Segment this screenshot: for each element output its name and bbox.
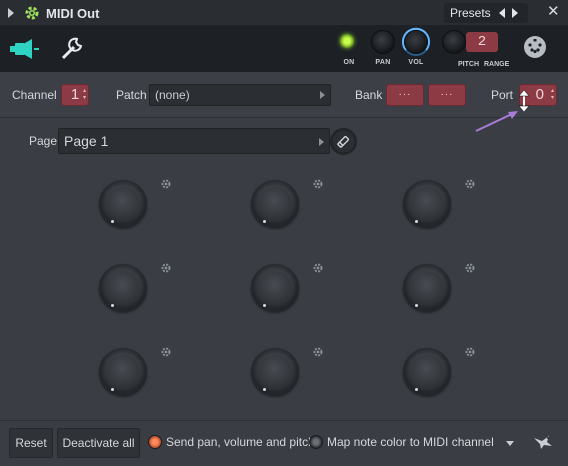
knob-2-settings-icon[interactable] <box>312 178 324 190</box>
bank-lsb-field[interactable]: ··· <box>428 84 466 106</box>
knob-5[interactable] <box>251 264 299 312</box>
wrench-icon[interactable] <box>50 30 90 68</box>
preset-prev-icon[interactable] <box>499 8 505 18</box>
presets-menu[interactable]: Presets <box>444 3 528 23</box>
midi-port-icon[interactable] <box>524 36 546 58</box>
bank-msb-field[interactable]: ··· <box>386 84 424 106</box>
channel-value: 1 <box>70 86 80 103</box>
plugin-gear-icon[interactable] <box>24 5 40 21</box>
bottom-bar: Reset Deactivate all Send pan, volume an… <box>0 420 568 466</box>
reset-button[interactable]: Reset <box>9 428 53 458</box>
range-label: RANGE <box>483 61 510 68</box>
knob-9-settings-icon[interactable] <box>464 346 476 358</box>
knob-6-settings-icon[interactable] <box>464 262 476 274</box>
knob-1-tick <box>111 220 114 223</box>
knob-7[interactable] <box>99 348 147 396</box>
close-icon[interactable]: ✕ <box>547 4 560 20</box>
pitch-label: PITCH <box>458 61 479 68</box>
annotation-arrow-icon <box>475 111 518 132</box>
map-note-color-radio[interactable] <box>309 435 323 449</box>
knob-7-tick <box>111 388 114 391</box>
pitch-range-value[interactable]: 2 <box>466 32 498 52</box>
bank-label: Bank <box>355 88 383 102</box>
knob-3-settings-icon[interactable] <box>464 178 476 190</box>
send-pan-vol-pitch-label[interactable]: Send pan, volume and pitch <box>166 435 315 449</box>
knob-6-tick <box>415 304 418 307</box>
edit-pencil-icon[interactable] <box>330 128 357 155</box>
knob-9[interactable] <box>403 348 451 396</box>
port-label: Port <box>491 88 514 102</box>
knob-5-tick <box>263 304 266 307</box>
knob-6[interactable] <box>403 264 451 312</box>
presets-label[interactable]: Presets <box>450 6 491 20</box>
knob-4-settings-icon[interactable] <box>160 262 172 274</box>
collapse-arrow-icon[interactable] <box>8 8 14 18</box>
patch-label: Patch <box>116 88 147 102</box>
plugin-tab-icon[interactable] <box>2 28 46 70</box>
title-bar: MIDI Out Presets ✕ <box>0 0 568 26</box>
pan-control[interactable]: PAN <box>368 30 398 70</box>
send-pan-vol-pitch-radio[interactable] <box>148 435 162 449</box>
knob-7-settings-icon[interactable] <box>160 346 172 358</box>
port-spin-icon: ▴ ▾ <box>550 88 554 101</box>
pan-knob[interactable] <box>371 30 395 54</box>
on-led-icon[interactable] <box>340 34 354 48</box>
page-select[interactable]: Page 1 <box>58 128 330 154</box>
plugin-toolbar: ON PAN VOL 2 PITCH RANGE <box>0 26 568 72</box>
channel-label: Channel <box>12 88 57 102</box>
page-arrow-icon <box>319 138 324 146</box>
knob-9-tick <box>415 388 418 391</box>
knob-8-settings-icon[interactable] <box>312 346 324 358</box>
page-label: Page <box>29 134 58 148</box>
knob-4-tick <box>111 304 114 307</box>
port-value: 0 <box>535 86 544 103</box>
channel-spin-icon: ▴ ▾ <box>82 88 86 101</box>
deactivate-all-button[interactable]: Deactivate all <box>57 428 140 458</box>
knob-3[interactable] <box>403 180 451 228</box>
patch-select[interactable]: (none) <box>149 84 331 106</box>
on-control[interactable]: ON <box>334 30 364 70</box>
patch-arrow-icon <box>320 91 325 99</box>
vol-control[interactable]: VOL <box>401 27 431 70</box>
page-value: Page 1 <box>64 133 109 149</box>
knob-4[interactable] <box>99 264 147 312</box>
knob-5-settings-icon[interactable] <box>312 262 324 274</box>
window-title: MIDI Out <box>46 6 100 21</box>
preset-next-icon[interactable] <box>512 8 518 18</box>
knob-2-tick <box>263 220 266 223</box>
pitch-range-label: PITCH RANGE <box>458 61 509 68</box>
bird-icon[interactable] <box>532 432 554 452</box>
knob-2[interactable] <box>251 180 299 228</box>
knob-1[interactable] <box>99 180 147 228</box>
knob-8[interactable] <box>251 348 299 396</box>
channel-selector[interactable]: 1 ▴ ▾ <box>61 84 89 106</box>
knob-3-tick <box>415 220 418 223</box>
patch-value: (none) <box>155 88 190 102</box>
knob-8-tick <box>263 388 266 391</box>
vol-knob[interactable] <box>404 30 428 54</box>
options-dropdown-icon[interactable] <box>506 441 514 446</box>
map-note-color-label[interactable]: Map note color to MIDI channel <box>327 435 494 449</box>
pitch-knob[interactable] <box>442 30 466 54</box>
knob-1-settings-icon[interactable] <box>160 178 172 190</box>
vol-label: VOL <box>408 59 424 66</box>
